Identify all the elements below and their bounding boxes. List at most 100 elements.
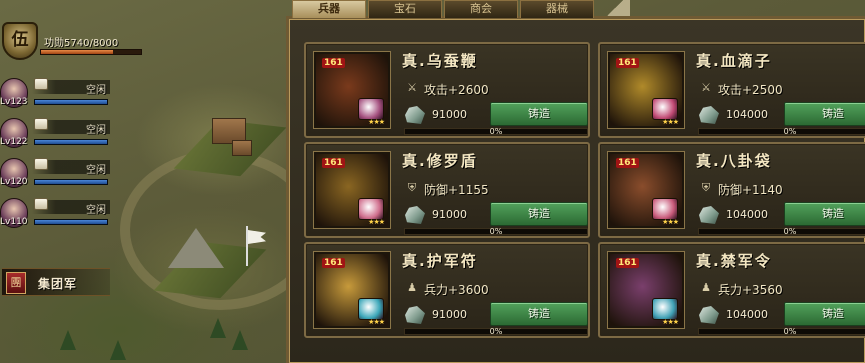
shield-icon: ⛨: [407, 181, 417, 194]
gem-icon: [652, 98, 678, 120]
equipment-level-badge: 161: [322, 58, 345, 68]
hero-status: 空闲: [86, 125, 106, 136]
equipment-name: 真.血滴子: [696, 52, 772, 70]
equipment-image[interactable]: 161 ★★★: [608, 52, 684, 128]
forge-progress-bar: 0%: [698, 327, 865, 336]
rank-panel: 伍 功勋5740/8000: [0, 20, 148, 62]
forge-cost: 91000: [432, 108, 467, 121]
hero-troop-bar: [34, 179, 108, 185]
sword-icon: ⚔: [407, 81, 417, 94]
hero-troop-bar: [34, 99, 108, 105]
equipment-level-badge: 161: [322, 258, 345, 268]
hero-level: Lv122: [0, 137, 28, 147]
gem-icon: [358, 98, 384, 120]
forge-button[interactable]: 铸造: [784, 302, 865, 326]
tab-gems[interactable]: 宝石: [368, 0, 442, 18]
gem-icon: [652, 198, 678, 220]
hero-slot[interactable]: Lv123 空闲: [0, 78, 112, 112]
rank-badge-icon[interactable]: 伍: [2, 22, 38, 60]
equipment-image[interactable]: 161 ★★★: [314, 52, 390, 128]
equipment-level-badge: 161: [616, 58, 639, 68]
panel-corner-decoration: [600, 0, 630, 16]
hero-troop-bar-fill: [35, 180, 107, 184]
forge-cost: 104000: [726, 208, 768, 221]
hero-slot[interactable]: Lv110 空闲: [0, 198, 112, 232]
tab-weapons[interactable]: 兵器: [292, 0, 366, 18]
person-icon: ♟: [701, 281, 711, 294]
equipment-card: 161 ★★★ 真.护军符 ♟ 兵力+3600 91000 铸造 0%: [304, 242, 590, 338]
ore-icon: [699, 106, 719, 124]
hero-slot[interactable]: Lv120 空闲: [0, 158, 112, 192]
hero-level: Lv110: [0, 217, 28, 227]
shield-icon: ⛨: [701, 181, 711, 194]
merit-bar: [40, 49, 142, 55]
forge-button[interactable]: 铸造: [784, 202, 865, 226]
equipment-level-badge: 161: [322, 158, 345, 168]
equipment-card: 161 ★★★ 真.禁军令 ♟ 兵力+3560 104000 铸造 0%: [598, 242, 865, 338]
scroll-icon[interactable]: [34, 158, 48, 170]
equipment-stat: 攻击+2500: [718, 83, 783, 97]
forge-progress-label: 0%: [489, 227, 503, 236]
equipment-level-badge: 161: [616, 258, 639, 268]
equipment-image[interactable]: 161 ★★★: [314, 252, 390, 328]
tree-icon: [60, 330, 76, 350]
equipment-card: 161 ★★★ 真.血滴子 ⚔ 攻击+2500 104000 铸造 0%: [598, 42, 865, 138]
flag-pole: [246, 226, 248, 266]
equipment-name: 真.护军符: [402, 252, 478, 270]
scroll-icon[interactable]: [34, 78, 48, 90]
army-button[interactable]: 團 集团军: [2, 268, 110, 296]
town-building: [232, 140, 252, 156]
forge-progress-label: 0%: [489, 127, 503, 136]
hero-troop-bar: [34, 219, 108, 225]
tree-icon: [110, 340, 126, 360]
forge-button[interactable]: 铸造: [784, 102, 865, 126]
hero-slot[interactable]: Lv122 空闲: [0, 118, 112, 152]
gem-icon: [358, 198, 384, 220]
equipment-level-badge: 161: [616, 158, 639, 168]
tab-machinery[interactable]: 器械: [520, 0, 594, 18]
forge-progress-label: 0%: [783, 327, 797, 336]
hero-troop-bar-fill: [35, 220, 107, 224]
hero-status: 空闲: [86, 205, 106, 216]
equipment-stat: 兵力+3560: [718, 283, 783, 297]
forge-cost: 104000: [726, 108, 768, 121]
forge-progress-bar: 0%: [404, 327, 588, 336]
tree-icon: [210, 318, 226, 338]
ore-icon: [699, 306, 719, 324]
hero-level: Lv120: [0, 177, 28, 187]
equipment-stat: 兵力+3600: [424, 283, 489, 297]
equipment-name: 真.八卦袋: [696, 152, 772, 170]
star-rating: ★★★: [368, 218, 385, 226]
ore-icon: [405, 106, 425, 124]
forge-progress-bar: 0%: [698, 127, 865, 136]
equipment-name: 真.乌蚕鞭: [402, 52, 478, 70]
star-rating: ★★★: [662, 318, 679, 326]
hero-troop-bar-fill: [35, 140, 107, 144]
forge-cost: 104000: [726, 308, 768, 321]
equipment-stat: 攻击+2600: [424, 83, 489, 97]
map-rock: [168, 228, 224, 268]
equipment-name: 真.禁军令: [696, 252, 772, 270]
gem-icon: [358, 298, 384, 320]
tab-guild[interactable]: 商会: [444, 0, 518, 18]
forge-tabs: 兵器 宝石 商会 器械: [292, 0, 612, 18]
equipment-image[interactable]: 161 ★★★: [608, 252, 684, 328]
scroll-icon[interactable]: [34, 118, 48, 130]
army-label: 集团军: [38, 277, 78, 291]
forge-cost: 91000: [432, 208, 467, 221]
star-rating: ★★★: [368, 118, 385, 126]
equipment-card: 161 ★★★ 真.修罗盾 ⛨ 防御+1155 91000 铸造 0%: [304, 142, 590, 238]
equipment-image[interactable]: 161 ★★★: [608, 152, 684, 228]
forge-button[interactable]: 铸造: [490, 102, 588, 126]
equipment-image[interactable]: 161 ★★★: [314, 152, 390, 228]
gem-icon: [652, 298, 678, 320]
star-rating: ★★★: [662, 218, 679, 226]
forge-progress-bar: 0%: [404, 127, 588, 136]
forge-button[interactable]: 铸造: [490, 202, 588, 226]
scroll-icon[interactable]: [34, 198, 48, 210]
equipment-name: 真.修罗盾: [402, 152, 478, 170]
forge-button[interactable]: 铸造: [490, 302, 588, 326]
hero-troop-bar-fill: [35, 100, 107, 104]
hero-troop-bar: [34, 139, 108, 145]
forge-progress-bar: 0%: [698, 227, 865, 236]
